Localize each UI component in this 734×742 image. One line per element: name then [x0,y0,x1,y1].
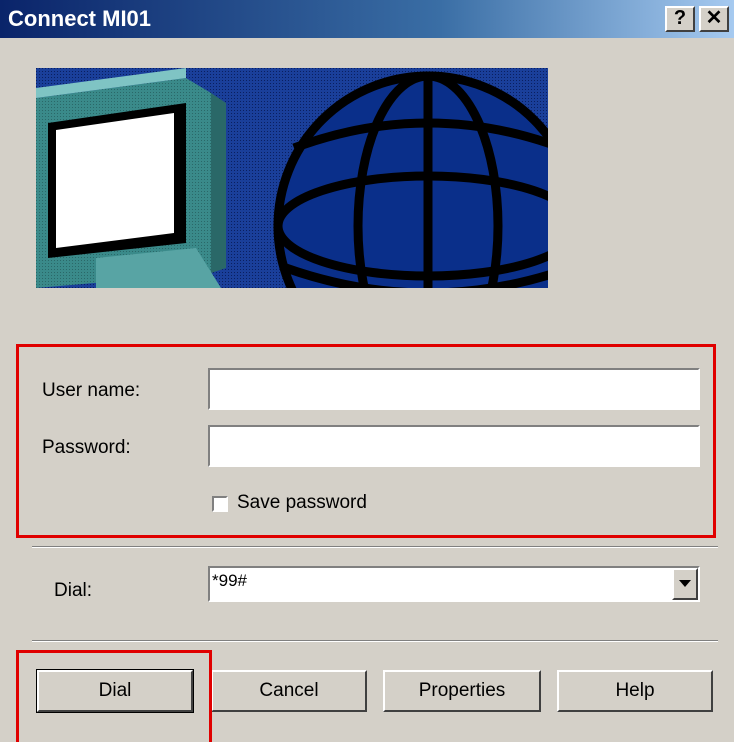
separator-top [32,546,718,548]
save-password-label[interactable]: Save password [237,492,367,514]
help-button[interactable]: Help [557,670,713,712]
help-question-button[interactable]: ? [665,6,695,32]
save-password-checkbox[interactable] [212,496,228,512]
username-field[interactable] [208,368,700,410]
title-bar: Connect MI01 ? ✕ [0,0,734,38]
username-label: User name: [42,380,141,401]
close-icon: ✕ [705,7,723,29]
properties-button[interactable]: Properties [383,670,541,712]
password-field[interactable] [208,425,700,467]
dropdown-button[interactable] [672,568,698,600]
computer-monitor-icon [36,68,226,288]
close-button[interactable]: ✕ [699,6,729,32]
separator-bottom [32,640,718,642]
dial-number-combobox[interactable]: *99# [208,566,700,602]
window-title: Connect MI01 [8,6,152,31]
password-input[interactable] [210,427,698,465]
password-label: Password: [42,437,131,458]
username-input[interactable] [210,370,698,408]
question-icon: ? [673,7,687,29]
chevron-down-icon [679,580,691,587]
dial-button[interactable]: Dial [36,669,194,713]
dial-label: Dial: [54,580,93,601]
cancel-button[interactable]: Cancel [211,670,367,712]
dial-number-value: *99# [212,571,247,590]
connection-banner-image [36,68,548,288]
